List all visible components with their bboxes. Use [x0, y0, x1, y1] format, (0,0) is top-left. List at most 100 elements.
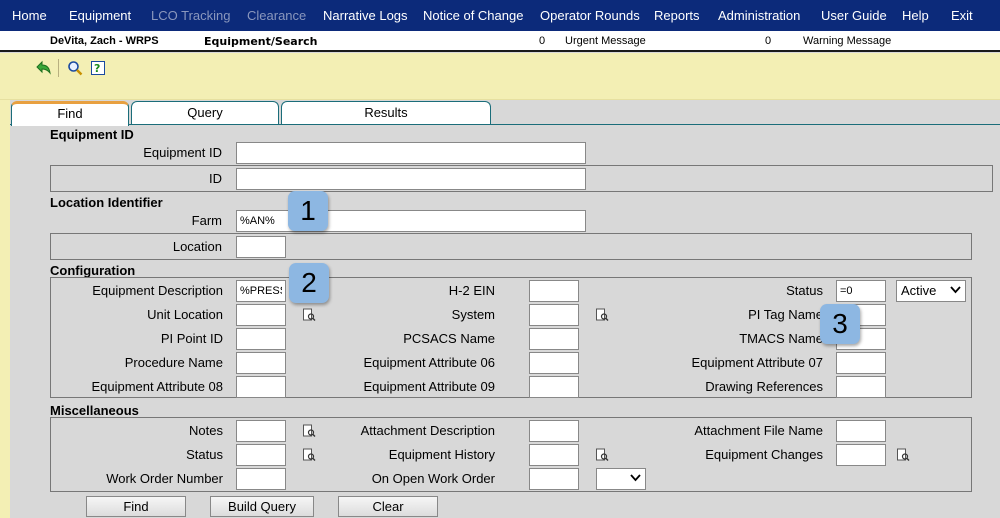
on-open-work-order-label: On Open Work Order	[371, 471, 495, 486]
pcsacs-name-input[interactable]	[529, 328, 579, 350]
system-label: System	[451, 307, 495, 322]
misc-status-input[interactable]	[236, 444, 286, 466]
page-path: Equipment/Search	[204, 35, 318, 48]
lookup-icon[interactable]	[302, 308, 316, 322]
on-open-work-order-select[interactable]	[596, 468, 646, 490]
menu-notice-of-change[interactable]: Notice of Change	[423, 0, 523, 31]
menu-narrative-logs[interactable]: Narrative Logs	[323, 0, 408, 31]
equipment-history-label: Equipment History	[388, 447, 495, 462]
equipment-attribute-06-label: Equipment Attribute 06	[363, 355, 495, 370]
misc-status-label: Status	[186, 447, 223, 462]
h2-ein-input[interactable]	[529, 280, 579, 302]
lookup-icon[interactable]	[302, 424, 316, 438]
procedure-name-label: Procedure Name	[124, 355, 223, 370]
location-input[interactable]	[236, 236, 286, 258]
pi-point-id-input[interactable]	[236, 328, 286, 350]
equipment-attribute-09-label: Equipment Attribute 09	[363, 379, 495, 394]
config-status-label: Status	[786, 283, 823, 298]
menu-equipment[interactable]: Equipment	[69, 0, 131, 31]
toolbar: ?	[0, 53, 1000, 100]
callout-3: 3	[820, 304, 860, 344]
menu-help[interactable]: Help	[902, 0, 929, 31]
urgent-message-link[interactable]: Urgent Message	[565, 35, 646, 47]
callout-1: 1	[288, 191, 328, 231]
unit-location-label: Unit Location	[147, 307, 223, 322]
equipment-id-label: Equipment ID	[143, 145, 222, 160]
pcsacs-name-label: PCSACS Name	[403, 331, 495, 346]
menu-operator-rounds[interactable]: Operator Rounds	[540, 0, 640, 31]
attachment-description-input[interactable]	[529, 420, 579, 442]
equipment-attribute-06-input[interactable]	[529, 352, 579, 374]
procedure-name-input[interactable]	[236, 352, 286, 374]
location-identifier-section-title: Location Identifier	[50, 195, 163, 210]
id-input[interactable]	[236, 168, 586, 190]
lookup-icon[interactable]	[302, 448, 316, 462]
farm-label: Farm	[191, 213, 222, 228]
menu-home[interactable]: Home	[12, 0, 47, 31]
chevron-down-icon	[950, 286, 961, 294]
menu-administration[interactable]: Administration	[718, 0, 800, 31]
on-open-work-order-input[interactable]	[529, 468, 579, 490]
tab-find[interactable]: Find	[11, 101, 129, 126]
equipment-attribute-08-label: Equipment Attribute 08	[91, 379, 223, 394]
equipment-id-section-title: Equipment ID	[50, 127, 134, 142]
attachment-file-name-input[interactable]	[836, 420, 886, 442]
urgent-count: 0	[539, 35, 546, 47]
equipment-attribute-08-input[interactable]	[236, 376, 286, 398]
h2-ein-label: H-2 EIN	[448, 283, 495, 298]
lookup-icon[interactable]	[595, 308, 609, 322]
system-input[interactable]	[529, 304, 579, 326]
find-button[interactable]: Find	[86, 496, 186, 517]
callout-2: 2	[289, 263, 329, 303]
notes-label: Notes	[189, 423, 223, 438]
work-order-number-input[interactable]	[236, 468, 286, 490]
tab-query[interactable]: Query	[131, 101, 279, 125]
equipment-id-input[interactable]	[236, 142, 586, 164]
id-label: ID	[209, 171, 222, 186]
menu-reports[interactable]: Reports	[654, 0, 700, 31]
warning-count: 0	[765, 35, 772, 47]
equipment-changes-label: Equipment Changes	[705, 447, 823, 462]
menu-user-guide[interactable]: User Guide	[821, 0, 887, 31]
equipment-changes-input[interactable]	[836, 444, 886, 466]
user-name: DeVita, Zach - WRPS	[50, 35, 159, 47]
warning-message-link[interactable]: Warning Message	[803, 35, 891, 47]
equipment-attribute-07-label: Equipment Attribute 07	[691, 355, 823, 370]
configuration-section-title: Configuration	[50, 263, 136, 278]
main-menu-bar: Home Equipment LCO Tracking Clearance Na…	[0, 0, 1000, 31]
lookup-icon[interactable]	[595, 448, 609, 462]
menu-exit[interactable]: Exit	[951, 0, 973, 31]
equipment-attribute-07-input[interactable]	[836, 352, 886, 374]
unit-location-input[interactable]	[236, 304, 286, 326]
menu-lco-tracking: LCO Tracking	[151, 8, 231, 23]
clear-button[interactable]: Clear	[338, 496, 438, 517]
tmacs-name-label: TMACS Name	[739, 331, 823, 346]
equipment-history-input[interactable]	[529, 444, 579, 466]
tab-results[interactable]: Results	[281, 101, 491, 125]
notes-input[interactable]	[236, 420, 286, 442]
build-query-button[interactable]: Build Query	[210, 496, 314, 517]
equipment-attribute-09-input[interactable]	[529, 376, 579, 398]
pi-point-id-label: PI Point ID	[160, 331, 223, 346]
config-status-input[interactable]: =0	[836, 280, 886, 302]
work-order-number-label: Work Order Number	[106, 471, 223, 486]
drawing-references-input[interactable]	[836, 376, 886, 398]
pi-tag-name-label: PI Tag Name	[748, 307, 823, 322]
back-arrow-icon[interactable]	[35, 59, 53, 77]
status-select-value: Active	[901, 283, 937, 298]
drawing-references-label: Drawing References	[705, 379, 823, 394]
equipment-description-input[interactable]: %PRESS	[236, 280, 286, 302]
menu-clearance: Clearance	[247, 8, 307, 23]
left-margin-strip	[0, 100, 10, 518]
help-document-icon[interactable]: ?	[89, 59, 107, 77]
chevron-down-icon	[630, 474, 641, 482]
search-magnifier-icon[interactable]	[66, 59, 84, 77]
attachment-description-label: Attachment Description	[360, 423, 495, 438]
location-label: Location	[172, 239, 222, 254]
svg-text:?: ?	[94, 62, 100, 75]
status-select[interactable]: Active	[896, 280, 966, 302]
miscellaneous-section-title: Miscellaneous	[50, 403, 139, 418]
lookup-icon[interactable]	[896, 448, 910, 462]
info-bar: DeVita, Zach - WRPS Equipment/Search 0 U…	[0, 31, 1000, 52]
attachment-file-name-label: Attachment File Name	[694, 423, 823, 438]
